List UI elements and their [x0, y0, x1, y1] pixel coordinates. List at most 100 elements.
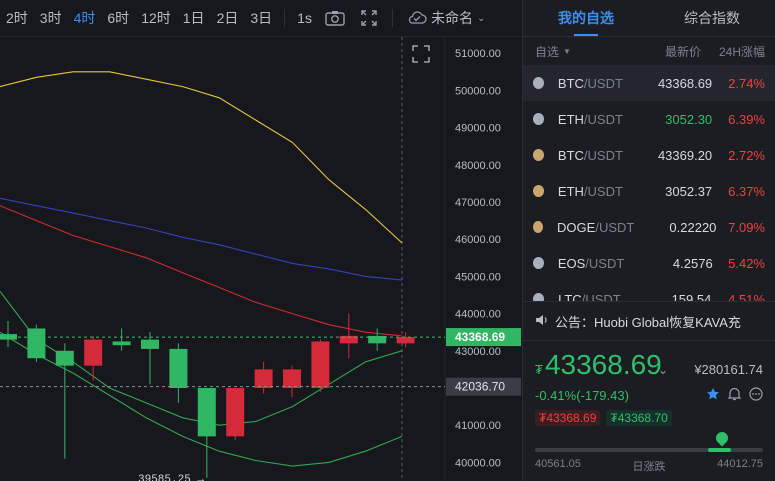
last-price-value: 43368.69	[544, 349, 662, 380]
indicator-line	[0, 197, 403, 281]
expand-chevron-icon[interactable]: ⌄	[658, 363, 668, 377]
y-tick-label: 40000.00	[455, 457, 501, 469]
pair-quote: /USDT	[581, 291, 621, 302]
y-tick-label: 50000.00	[455, 85, 501, 97]
indicator-line	[0, 205, 403, 337]
y-tick-label: 51000.00	[455, 48, 501, 60]
filter-label: 自选	[535, 44, 560, 59]
more-icon[interactable]	[749, 387, 763, 404]
daily-range-labels: 40561.05 日涨跌 44012.75	[535, 458, 763, 474]
daily-range-fill	[708, 448, 732, 452]
coin-icon	[533, 185, 544, 197]
timeframe-3d[interactable]: 3日	[244, 8, 278, 28]
watchlist-row[interactable]: BTC/USDT 43369.20 2.72%	[523, 137, 775, 173]
pair-price: 159.54	[671, 291, 712, 302]
pair-price: 4.2576	[672, 255, 713, 271]
candle-body	[283, 369, 301, 388]
daily-range-marker	[713, 429, 731, 447]
current-price-label: 43368.69	[455, 330, 505, 344]
low-price-marker: 39585.25 →	[138, 474, 204, 481]
bell-icon[interactable]	[727, 387, 742, 404]
coin-icon	[533, 149, 544, 161]
range-high: 44012.75	[717, 458, 763, 470]
pair-quote: /USDT	[583, 147, 623, 163]
bid-ask-pills: ₮43368.69 ₮43368.70	[535, 410, 763, 426]
speaker-icon	[535, 314, 549, 329]
watchlist-row[interactable]: BTC/USDT 43368.69 2.74%	[523, 65, 775, 101]
announcement-bar[interactable]: 公告：Huobi Global恢复KAVA充	[523, 301, 775, 341]
fullscreen-icon[interactable]	[356, 5, 382, 31]
pair-base: LTC	[558, 291, 582, 302]
watchlist-row[interactable]: ETH/USDT 3052.37 6.37%	[523, 173, 775, 209]
range-low: 40561.05	[535, 458, 581, 470]
y-tick-label: 48000.00	[455, 160, 501, 172]
header-24h-change[interactable]: 24H涨幅	[701, 43, 765, 60]
trading-app: 2时 3时 4时 6时 12时 1日 2日 3日 1s 未命名 ⌄ 51000.…	[0, 0, 775, 481]
tab-my-watchlist[interactable]: 我的自选	[523, 0, 649, 36]
timeframe-2d[interactable]: 2日	[211, 8, 245, 28]
y-tick-label: 45000.00	[455, 271, 501, 283]
watchlist-row[interactable]: LTC/USDT 159.54 4.51%	[523, 281, 775, 301]
pair-change: 6.39%	[728, 111, 765, 127]
ticker-actions	[706, 387, 763, 404]
pair-change: 2.74%	[728, 75, 765, 91]
timeframe-2h[interactable]: 2时	[0, 8, 34, 28]
pair-base: DOGE	[557, 219, 596, 235]
watchlist-row[interactable]: ETH/USDT 3052.30 6.39%	[523, 101, 775, 137]
pair-change: 2.72%	[728, 147, 765, 163]
pair-price: 3052.30	[665, 111, 713, 127]
candle-body	[169, 348, 188, 388]
pair-change: 6.37%	[728, 183, 765, 199]
header-last-price[interactable]: 最新价	[629, 43, 701, 60]
pair-change: 5.42%	[728, 255, 765, 271]
expand-icon-shape	[412, 45, 430, 63]
chevron-down-icon: ⌄	[476, 12, 486, 24]
expand-chart-icon[interactable]	[412, 45, 430, 63]
price-change: -0.41%(-179.43)	[535, 388, 629, 403]
candle-body	[27, 328, 46, 359]
watchlist-row[interactable]: EOS/USDT 4.2576 5.42%	[523, 245, 775, 281]
timeframe-6h[interactable]: 6时	[101, 8, 135, 28]
pair-base: BTC	[557, 147, 584, 163]
cloud-icon	[407, 10, 427, 27]
timeframe-1d[interactable]: 1日	[177, 8, 211, 28]
pair-price: 43368.69	[657, 75, 713, 91]
candle-body	[226, 387, 245, 437]
pair-symbol: LTC/USDT	[558, 292, 621, 302]
pair-base: EOS	[557, 255, 586, 271]
candlestick-chart[interactable]: 51000.00 50000.00 49000.00 48000.00 47000.00…	[0, 37, 521, 481]
candle-body	[84, 339, 103, 366]
interval-1s[interactable]: 1s	[291, 10, 318, 26]
candle-body	[112, 341, 131, 346]
pair-base: ETH	[557, 111, 584, 127]
candle-body	[311, 341, 330, 388]
pair-price: 0.22220	[669, 219, 717, 235]
timeframe-12h[interactable]: 12时	[135, 8, 177, 28]
watchlist-panel: 我的自选 综合指数 自选 ▼ 最新价 24H涨幅 BTC/USDT 43368.6…	[522, 0, 775, 481]
cny-price: ¥280161.74	[694, 362, 763, 377]
timeframe-4h[interactable]: 4时	[68, 8, 102, 28]
coin-icon	[533, 113, 544, 125]
pair-symbol: BTC/USDT	[558, 148, 623, 163]
tab-composite-index[interactable]: 综合指数	[649, 0, 775, 36]
ticker-delta-row: -0.41%(-179.43)	[535, 387, 763, 404]
layout-name-dropdown[interactable]: 未命名 ⌄	[407, 8, 485, 28]
pair-symbol: EOS/USDT	[558, 256, 624, 271]
ticker-summary: ₮43368.69 ⌄ ¥280161.74 -0.41%(-179.43) ₮…	[523, 341, 775, 481]
watchlist-row[interactable]: DOGE/USDT 0.22220 7.09%	[523, 209, 775, 245]
pair-quote: /USDT	[583, 183, 623, 199]
candle-body	[55, 350, 74, 366]
currency-symbol: ₮	[535, 362, 543, 377]
watchlist-filter[interactable]: 自选 ▼	[535, 43, 629, 60]
timeframe-3h[interactable]: 3时	[34, 8, 68, 28]
chart-panel: 2时 3时 4时 6时 12时 1日 2日 3日 1s 未命名 ⌄ 51000.…	[0, 0, 521, 481]
caret-down-icon: ▼	[563, 46, 571, 56]
y-tick-label: 47000.00	[455, 197, 501, 209]
toolbar-divider	[284, 9, 286, 27]
y-tick-label: 49000.00	[455, 123, 501, 135]
y-tick-label: 44000.00	[455, 309, 501, 321]
pair-change: 7.09%	[728, 219, 765, 235]
pair-quote: /USDT	[583, 75, 623, 91]
camera-icon[interactable]	[322, 5, 348, 31]
star-icon[interactable]	[706, 387, 720, 404]
